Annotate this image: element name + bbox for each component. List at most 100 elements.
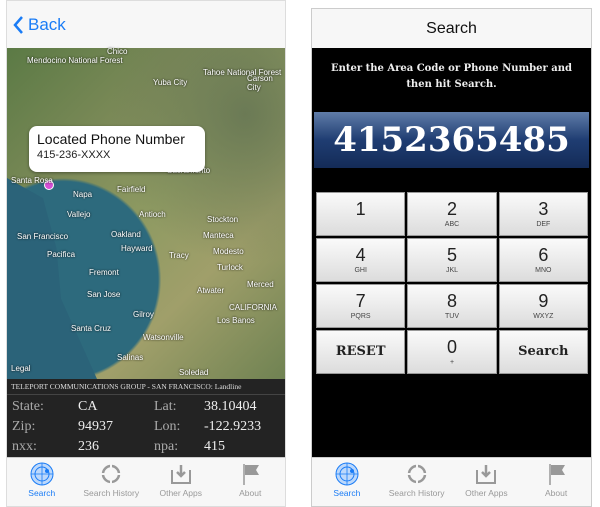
key-letters: DEF — [536, 221, 551, 228]
flag-icon — [216, 462, 286, 486]
tab-search[interactable]: Search — [312, 458, 382, 506]
key-5[interactable]: 5 JKL — [407, 238, 497, 282]
key-letters: ABC — [444, 221, 460, 228]
back-label: Back — [28, 15, 66, 34]
map-place-label: Pacifica — [47, 250, 76, 259]
info-value: 415 — [204, 439, 225, 454]
map-place-label: Vallejo — [67, 210, 91, 219]
map-place-label: Los Banos — [217, 316, 255, 325]
map-place-label: Salinas — [117, 353, 144, 362]
chevron-left-icon — [13, 16, 23, 34]
map-place-label: Manteca — [203, 231, 234, 240]
key-reset[interactable]: RESET — [316, 330, 406, 374]
tab-search-history[interactable]: Search History — [382, 458, 452, 506]
map-place-label: Hayward — [121, 244, 153, 253]
ocean — [7, 178, 97, 379]
key-0[interactable]: 0 + — [407, 330, 497, 374]
key-digit: 7 — [355, 291, 366, 311]
map-place-label: Oakland — [111, 230, 141, 239]
key-3[interactable]: 3 DEF — [498, 192, 588, 236]
crosshair-icon — [77, 462, 147, 486]
key-digit: 9 — [538, 291, 549, 311]
map-place-label: Stockton — [207, 215, 239, 224]
nav-title: Search — [426, 20, 477, 37]
key-digit: 0 — [446, 337, 457, 357]
info-value: CA — [78, 399, 98, 414]
phone-number-display[interactable]: 4152365485 — [314, 112, 589, 168]
tab-label: Other Apps — [159, 488, 203, 498]
nav-bar: Search — [312, 9, 591, 48]
info-label: nxx: — [12, 439, 37, 454]
map-place-label: Fairfield — [117, 185, 146, 194]
info-value: 38.10404 — [204, 399, 257, 414]
key-2[interactable]: 2 ABC — [407, 192, 497, 236]
map-place-label: Santa Cruz — [71, 324, 112, 333]
map-place-label: Carson City — [247, 74, 273, 92]
key-search[interactable]: Search — [498, 330, 588, 374]
back-button[interactable]: Back — [13, 15, 66, 35]
key-digit: 4 — [355, 245, 366, 265]
map-place-label: San Jose — [87, 290, 121, 299]
tab-bar: Search Search History Other Apps About — [7, 457, 285, 506]
key-digit: 3 — [538, 199, 549, 219]
tab-label: Search History — [388, 488, 445, 498]
tab-label: About — [545, 488, 568, 498]
key-letters: PQRS — [350, 313, 371, 320]
key-letters: MNO — [535, 267, 552, 274]
key-digit: 6 — [538, 245, 549, 265]
info-grid: State: CA Lat: 38.10404 Zip: 94937 Lon: -122.92… — [7, 395, 285, 459]
phone-location-screen: Back Legal Chico Mendocino National Fores… — [6, 0, 286, 507]
tab-label: Search — [28, 488, 56, 498]
info-value: -122.9233 — [204, 419, 262, 434]
radar-icon — [312, 462, 382, 486]
info-label: State: — [12, 399, 44, 414]
tab-about[interactable]: About — [521, 458, 591, 506]
download-tray-icon — [146, 462, 216, 486]
tab-other-apps[interactable]: Other Apps — [146, 458, 216, 506]
key-digit: 5 — [446, 245, 457, 265]
location-callout[interactable]: Located Phone Number 415-236-XXXX — [29, 126, 205, 172]
key-letters: TUV — [444, 313, 459, 320]
phone-search-screen: Search Enter the Area Code or Phone Numb… — [311, 8, 592, 507]
download-tray-icon — [452, 462, 522, 486]
tab-about[interactable]: About — [216, 458, 286, 506]
map-place-label: Antioch — [139, 210, 166, 219]
map-place-label: Modesto — [213, 247, 244, 256]
key-8[interactable]: 8 TUV — [407, 284, 497, 328]
keypad: 1 2 ABC 3 DEF 4 GHI 5 JKL 6 MNO 7 PQRS 8 TUV 9 WXYZ RESET… — [316, 192, 588, 374]
tab-search[interactable]: Search — [7, 458, 77, 506]
carrier-label: TELEPORT COMMUNICATIONS GROUP - SAN FRAN… — [7, 379, 285, 395]
info-panel: TELEPORT COMMUNICATIONS GROUP - SAN FRAN… — [7, 379, 285, 459]
key-digit: 8 — [446, 291, 457, 311]
key-7[interactable]: 7 PQRS — [316, 284, 406, 328]
key-letters: GHI — [354, 267, 367, 274]
tab-other-apps[interactable]: Other Apps — [452, 458, 522, 506]
map-place-label: Fremont — [89, 268, 119, 277]
callout-subtitle: 415-236-XXXX — [37, 149, 111, 161]
map-place-label: Santa Rosa — [11, 176, 53, 185]
key-letters: WXYZ — [533, 313, 554, 320]
key-6[interactable]: 6 MNO — [498, 238, 588, 282]
instructions-text: Enter the Area Code or Phone Number and … — [330, 63, 572, 90]
tab-search-history[interactable]: Search History — [77, 458, 147, 506]
key-digit: 1 — [355, 199, 366, 219]
legal-link[interactable]: Legal — [11, 364, 31, 373]
callout-title: Located Phone Number — [37, 131, 185, 147]
key-digit: 2 — [446, 199, 457, 219]
nav-bar: Back — [7, 1, 285, 48]
tab-label: Search — [333, 488, 361, 498]
key-1[interactable]: 1 — [316, 192, 406, 236]
map-place-label: Chico — [107, 47, 128, 56]
map-place-label: CALIFORNIA — [229, 303, 278, 312]
map-place-label: Watsonville — [143, 333, 184, 342]
map-place-label: Atwater — [197, 286, 225, 295]
map-view[interactable]: Legal Chico Mendocino National Forest Taho… — [7, 47, 285, 379]
key-9[interactable]: 9 WXYZ — [498, 284, 588, 328]
map-place-label: San Francisco — [17, 232, 69, 241]
map-place-label: Yuba City — [153, 78, 188, 87]
map-place-label: Soledad — [179, 368, 209, 377]
key-letters: + — [449, 359, 455, 366]
tab-label: Search History — [83, 488, 140, 498]
key-4[interactable]: 4 GHI — [316, 238, 406, 282]
tab-label: Other Apps — [465, 488, 508, 498]
